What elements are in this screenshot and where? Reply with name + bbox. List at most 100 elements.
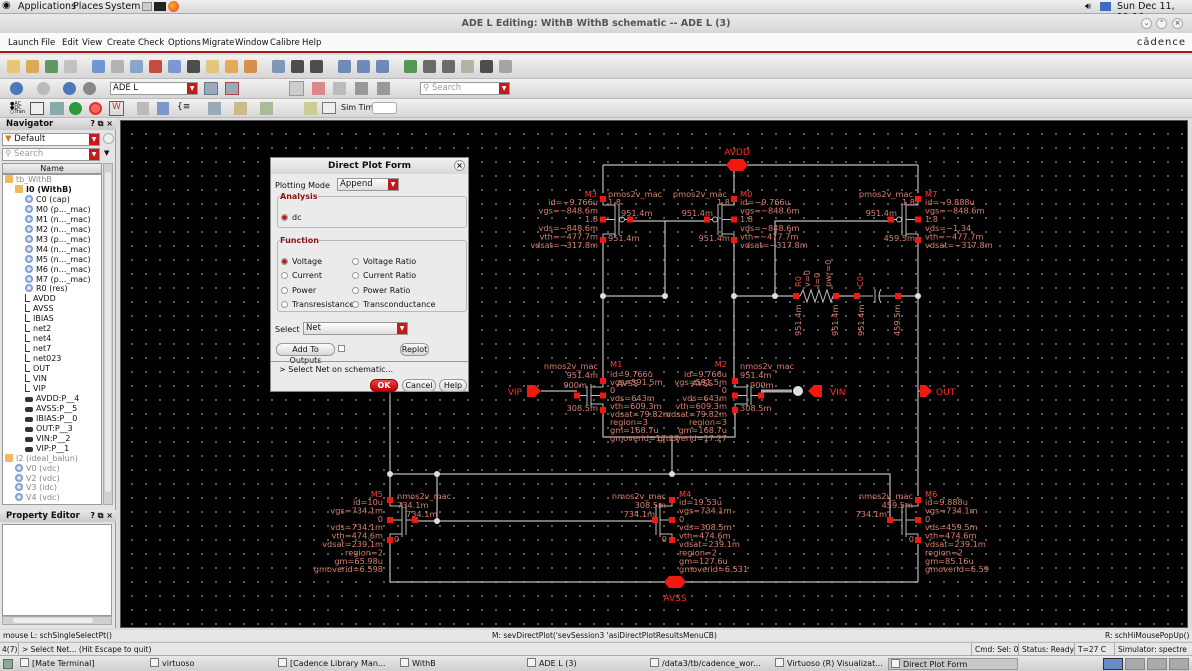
task-visualization[interactable]: Virtuoso (R) Visualizat...: [775, 658, 883, 670]
wire-name-icon[interactable]: [461, 60, 474, 73]
tree-item[interactable]: C0 (cap): [25, 194, 70, 205]
menu-migrate[interactable]: Migrate: [202, 38, 234, 48]
radio-analysis-dc[interactable]: dc: [281, 213, 301, 222]
copy-icon[interactable]: [111, 60, 124, 73]
font-down-icon[interactable]: [310, 60, 323, 73]
wide-wire-icon[interactable]: [442, 60, 455, 73]
dialog-title-bar[interactable]: Direct Plot Form ×: [271, 158, 468, 174]
zoom-out-icon[interactable]: [357, 60, 370, 73]
panel-controls-icon[interactable]: ? ⧉ ×: [90, 118, 113, 130]
workspace-4[interactable]: [1169, 658, 1189, 670]
tree-item[interactable]: OUT: [25, 364, 50, 374]
radio-transconductance[interactable]: Transconductance: [352, 300, 435, 309]
menu-help[interactable]: Help: [302, 38, 321, 48]
workspace-1[interactable]: [1103, 658, 1123, 670]
tree-item[interactable]: OUT:P__3: [25, 424, 73, 434]
menu-edit[interactable]: Edit: [62, 38, 78, 48]
tree-item[interactable]: IBIAS: [25, 314, 54, 324]
panel-controls-icon[interactable]: ? ⧉ ×: [90, 510, 113, 522]
menu-system[interactable]: System: [105, 1, 140, 12]
select-type-dropdown[interactable]: Net ▼: [303, 322, 408, 335]
menu-calibre[interactable]: Calibre: [270, 38, 300, 48]
radio-current-ratio[interactable]: Current Ratio: [352, 271, 416, 280]
sim-time-input[interactable]: [372, 102, 397, 114]
replot-button[interactable]: Replot: [400, 343, 429, 356]
select-text-icon[interactable]: [377, 82, 390, 95]
task-mate-terminal[interactable]: [Mate Terminal]: [20, 658, 94, 670]
help-button[interactable]: Help: [439, 379, 467, 392]
tree-item[interactable]: AVDD: [25, 294, 56, 304]
dialog-close-icon[interactable]: ×: [454, 160, 465, 171]
netlist-icon[interactable]: {≡: [177, 102, 190, 115]
menu-create[interactable]: Create: [107, 38, 135, 48]
radio-voltage-ratio[interactable]: Voltage Ratio: [352, 257, 416, 266]
undo-icon[interactable]: [225, 60, 238, 73]
redo-icon[interactable]: [244, 60, 257, 73]
show-desktop-icon[interactable]: [3, 659, 13, 669]
back-icon[interactable]: [10, 82, 23, 95]
open-icon[interactable]: [26, 60, 39, 73]
tree-item[interactable]: VIN:P__2: [25, 434, 70, 444]
radio-current[interactable]: Current: [281, 271, 322, 280]
probe-icon[interactable]: [260, 102, 273, 115]
ok-button[interactable]: OK: [370, 379, 398, 392]
menu-view[interactable]: View: [82, 38, 102, 48]
navigator-options-icon[interactable]: [103, 133, 114, 144]
tree-item[interactable]: V3 (idc): [15, 483, 57, 493]
plot-outputs-icon[interactable]: W: [109, 101, 124, 116]
text-icon[interactable]: [187, 60, 200, 73]
forward-icon[interactable]: [37, 82, 50, 95]
menu-check[interactable]: Check: [138, 38, 164, 48]
menu-applications[interactable]: Applications: [18, 1, 76, 12]
run-simulation-icon[interactable]: [69, 102, 82, 115]
select-instance-icon[interactable]: [312, 82, 325, 95]
launcher-icon[interactable]: [142, 2, 152, 11]
menu-options[interactable]: Options: [168, 38, 201, 48]
mate-logo-icon[interactable]: ◉: [2, 0, 11, 11]
task-direct-plot-form[interactable]: Direct Plot Form: [888, 658, 1018, 670]
wire[interactable]: [389, 540, 918, 583]
tree-item[interactable]: AVSS:P__5: [25, 404, 77, 414]
tree-item[interactable]: net4: [25, 334, 51, 344]
tree-item[interactable]: M3 (p..._mac): [25, 234, 91, 245]
label-icon[interactable]: [206, 60, 219, 73]
task-ade-l[interactable]: ADE L (3): [527, 658, 577, 670]
direct-plot-icon[interactable]: [304, 102, 317, 115]
firefox-icon[interactable]: [168, 1, 179, 12]
navigator-search-input[interactable]: ⚲ Search ▼: [2, 148, 100, 161]
variables-icon[interactable]: [30, 102, 44, 115]
task-library-manager[interactable]: [Cadence Library Man...: [278, 658, 386, 670]
tree-item[interactable]: M2 (n..._mac): [25, 224, 91, 235]
tree-item[interactable]: M1 (n..._mac): [25, 214, 91, 225]
workspace-2[interactable]: [1125, 658, 1145, 670]
workspace-delete-icon[interactable]: [225, 82, 239, 95]
network-icon[interactable]: [1100, 2, 1111, 11]
cancel-button[interactable]: Cancel: [402, 379, 436, 392]
search-options-icon[interactable]: ▼: [104, 149, 109, 157]
task-virtuoso[interactable]: virtuoso: [150, 658, 194, 670]
check-save-icon[interactable]: [499, 60, 512, 73]
up-icon[interactable]: [63, 82, 76, 95]
tree-item[interactable]: V0 (vdc): [15, 463, 60, 474]
radio-transresistance[interactable]: Transresistance: [281, 300, 354, 309]
task-data3[interactable]: /data3/tb/cadence_wor...: [650, 658, 761, 670]
plotting-mode-select[interactable]: Append ▼: [337, 178, 399, 191]
tree-item[interactable]: net2: [25, 324, 51, 334]
zoom-fit-icon[interactable]: [272, 60, 285, 73]
tree-item[interactable]: net7: [25, 344, 51, 354]
add-to-outputs-checkbox[interactable]: [338, 345, 345, 352]
tree-item[interactable]: R0 (res): [25, 284, 68, 294]
terminal-launcher-icon[interactable]: [154, 2, 166, 11]
menu-file[interactable]: File: [41, 38, 55, 48]
add-instance-icon[interactable]: [404, 60, 417, 73]
zoom-box-icon[interactable]: [376, 60, 389, 73]
outputs-icon[interactable]: [50, 102, 64, 115]
tree-column-header[interactable]: Name: [2, 163, 102, 174]
tree-item[interactable]: tb_WithB: [5, 175, 52, 185]
navigator-scrollbar[interactable]: [103, 163, 113, 505]
tree-item[interactable]: M4 (n..._mac): [25, 244, 91, 255]
delete-icon[interactable]: [149, 60, 162, 73]
tree-item[interactable]: VIN: [25, 374, 47, 384]
font-up-icon[interactable]: [291, 60, 304, 73]
wire-icon[interactable]: [423, 60, 436, 73]
